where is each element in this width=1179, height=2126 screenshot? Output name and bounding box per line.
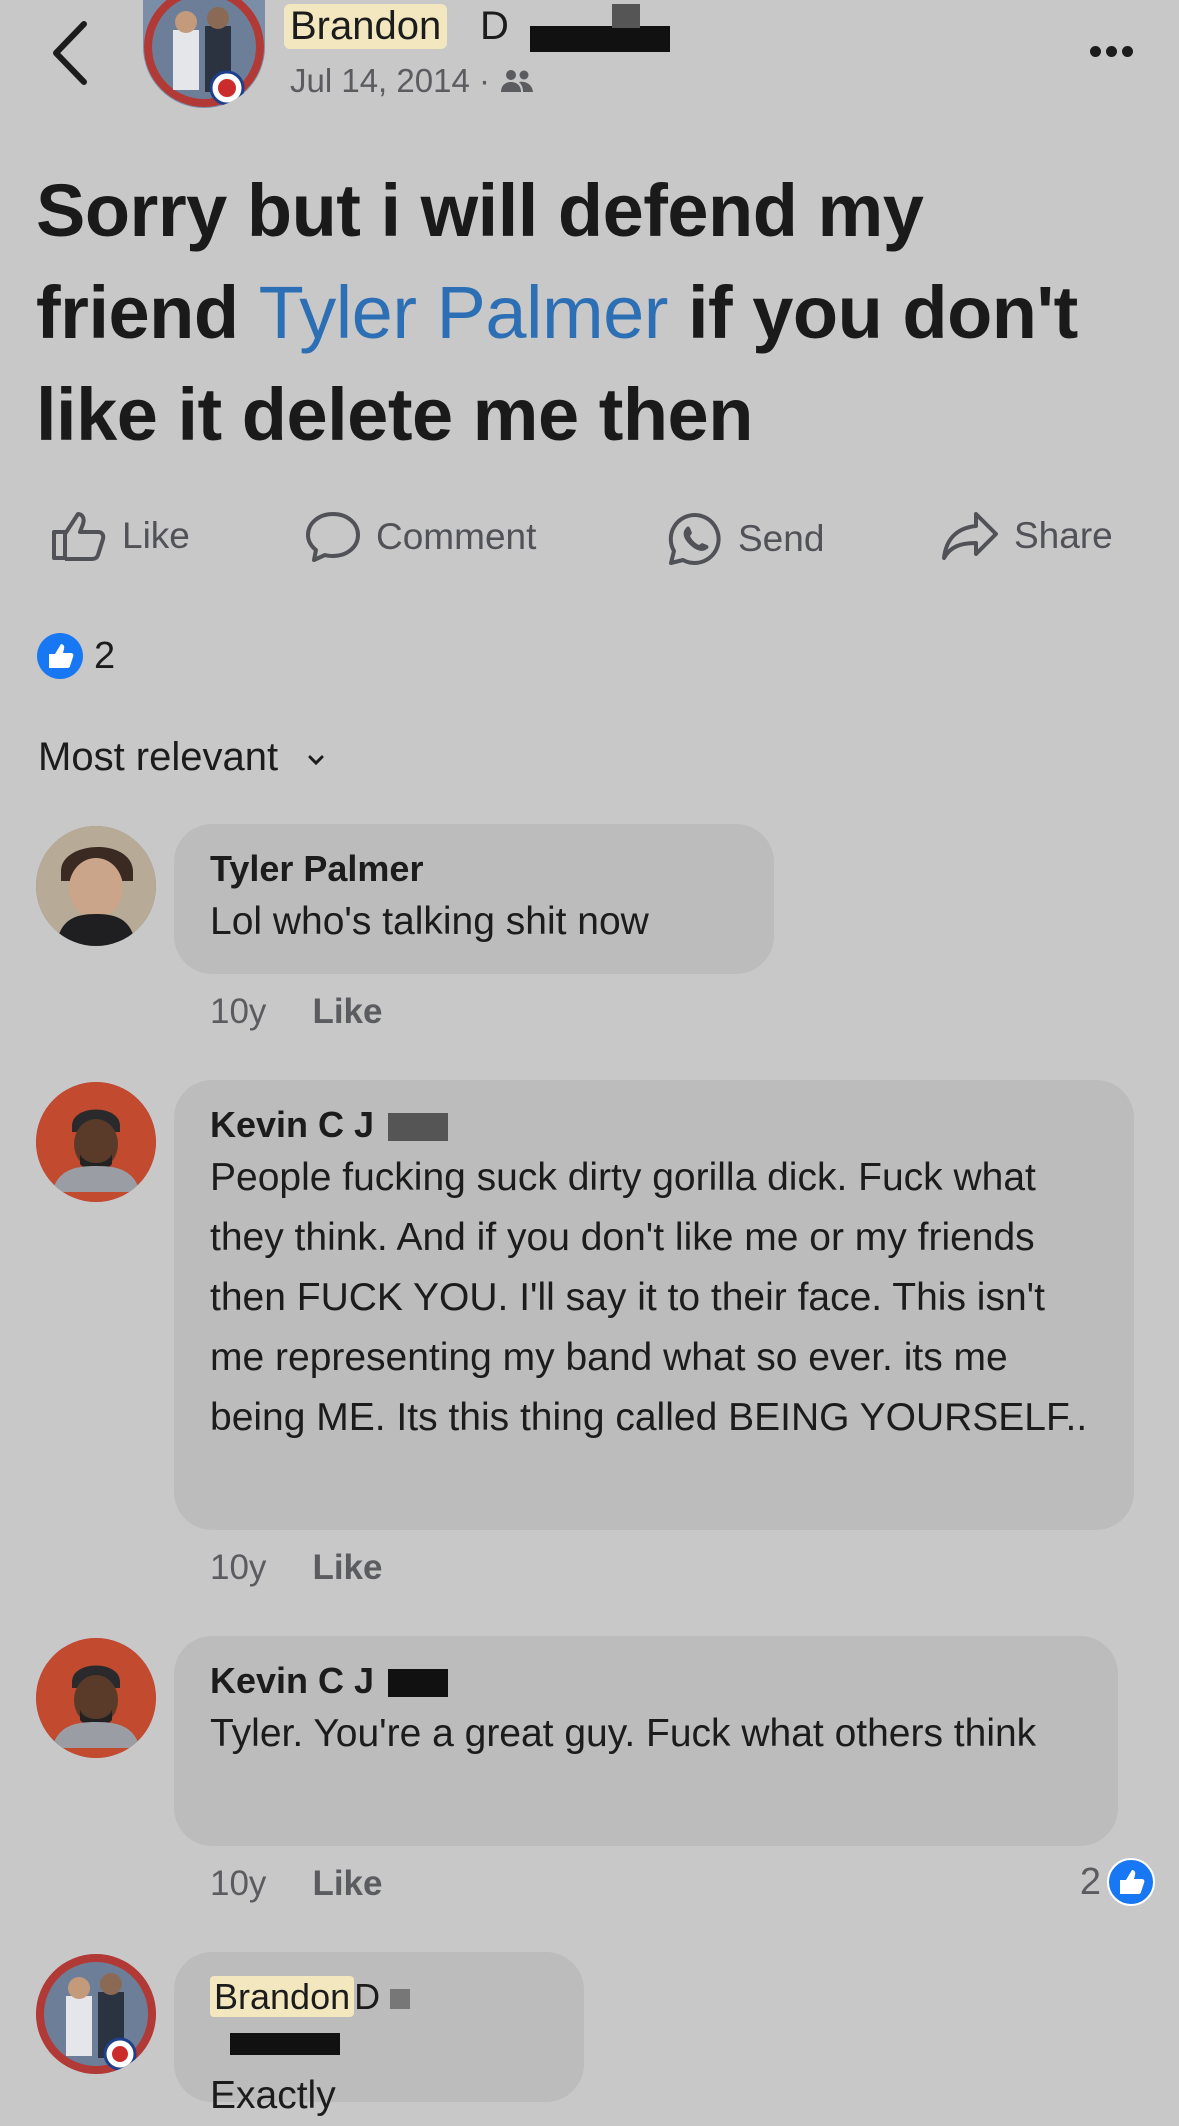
commenter-avatar[interactable] [36, 1638, 156, 1758]
comment-age: 10y [210, 992, 267, 1031]
comment-bubble: Tyler Palmer Lol who's talking shit now [174, 824, 774, 974]
chevron-down-icon [308, 755, 324, 766]
whatsapp-icon [668, 512, 721, 565]
comment-text: People fucking suck dirty gorilla dick. … [210, 1156, 1088, 1439]
comment-meta: 10y Like [210, 1548, 382, 1588]
redaction-bar [612, 4, 640, 28]
commenter-name[interactable]: Kevin C J [210, 1102, 1098, 1148]
commenter-avatar[interactable] [36, 1954, 156, 2074]
comment-like-button[interactable]: Like [312, 1548, 382, 1587]
comment-reaction-count: 2 [1079, 1860, 1101, 1903]
redaction-bar [388, 1113, 449, 1141]
comment-like-button[interactable]: Like [312, 1864, 382, 1903]
comment-reaction-summary[interactable]: 2 [1080, 1858, 1155, 1906]
commenter-name[interactable]: Tyler Palmer [210, 846, 738, 892]
post-mention-link[interactable]: Tyler Palmer [259, 271, 669, 354]
comment-bubble: Brandon D Exactly [174, 1952, 584, 2117]
like-button[interactable]: Like [50, 510, 190, 562]
send-button[interactable]: Send [666, 510, 824, 568]
post-text: Sorry but i will defend my friend Tyler … [36, 169, 1078, 456]
commenter-avatar[interactable] [36, 1082, 156, 1202]
friends-icon [501, 70, 534, 92]
comment-text: Tyler. You're a great guy. Fuck what oth… [210, 1712, 1037, 1755]
comment-like-button[interactable]: Like [312, 992, 382, 1031]
comment-age: 10y [210, 1548, 267, 1587]
like-reaction-icon [1107, 1858, 1155, 1906]
like-reaction-icon [37, 633, 83, 679]
reaction-summary[interactable]: 2 [36, 632, 115, 680]
comment-button[interactable]: Comment [304, 510, 536, 564]
share-button[interactable]: Share [940, 510, 1113, 562]
comment-text: Exactly [210, 2074, 336, 2117]
redaction-bar [530, 26, 670, 52]
more-dots-icon [1090, 46, 1101, 57]
redaction-bar [390, 1989, 411, 2009]
thumbs-up-icon [52, 512, 106, 561]
share-arrow-icon [942, 512, 998, 560]
back-arrow-icon[interactable] [44, 18, 104, 88]
author-avatar[interactable] [143, 0, 265, 108]
commenter-name[interactable]: Kevin C J [210, 1658, 1082, 1704]
redaction-bar [388, 1669, 449, 1697]
commenter-name[interactable]: Brandon D [210, 1974, 548, 2066]
comment-text: Lol who's talking shit now [210, 900, 649, 943]
comment-meta: 10y Like [210, 992, 382, 1032]
author-name-initial: D [480, 4, 509, 48]
comment-sort-dropdown[interactable]: Most relevant [38, 735, 327, 780]
comment-bubble: Kevin C J Tyler. You're a great guy. Fuc… [174, 1636, 1118, 1846]
comment-bubble-icon [306, 512, 360, 562]
post-date[interactable]: Jul 14, 2014 · [290, 62, 535, 100]
comment-bubble: Kevin C J People fucking suck dirty gori… [174, 1080, 1134, 1530]
redaction-bar [230, 2033, 340, 2055]
comment-age: 10y [210, 1864, 267, 1903]
commenter-avatar[interactable] [36, 826, 156, 946]
comment-meta: 10y Like [210, 1864, 382, 1904]
author-name[interactable]: Brandon [284, 4, 448, 49]
reaction-count: 2 [94, 634, 116, 677]
more-options-button[interactable] [1085, 44, 1133, 62]
